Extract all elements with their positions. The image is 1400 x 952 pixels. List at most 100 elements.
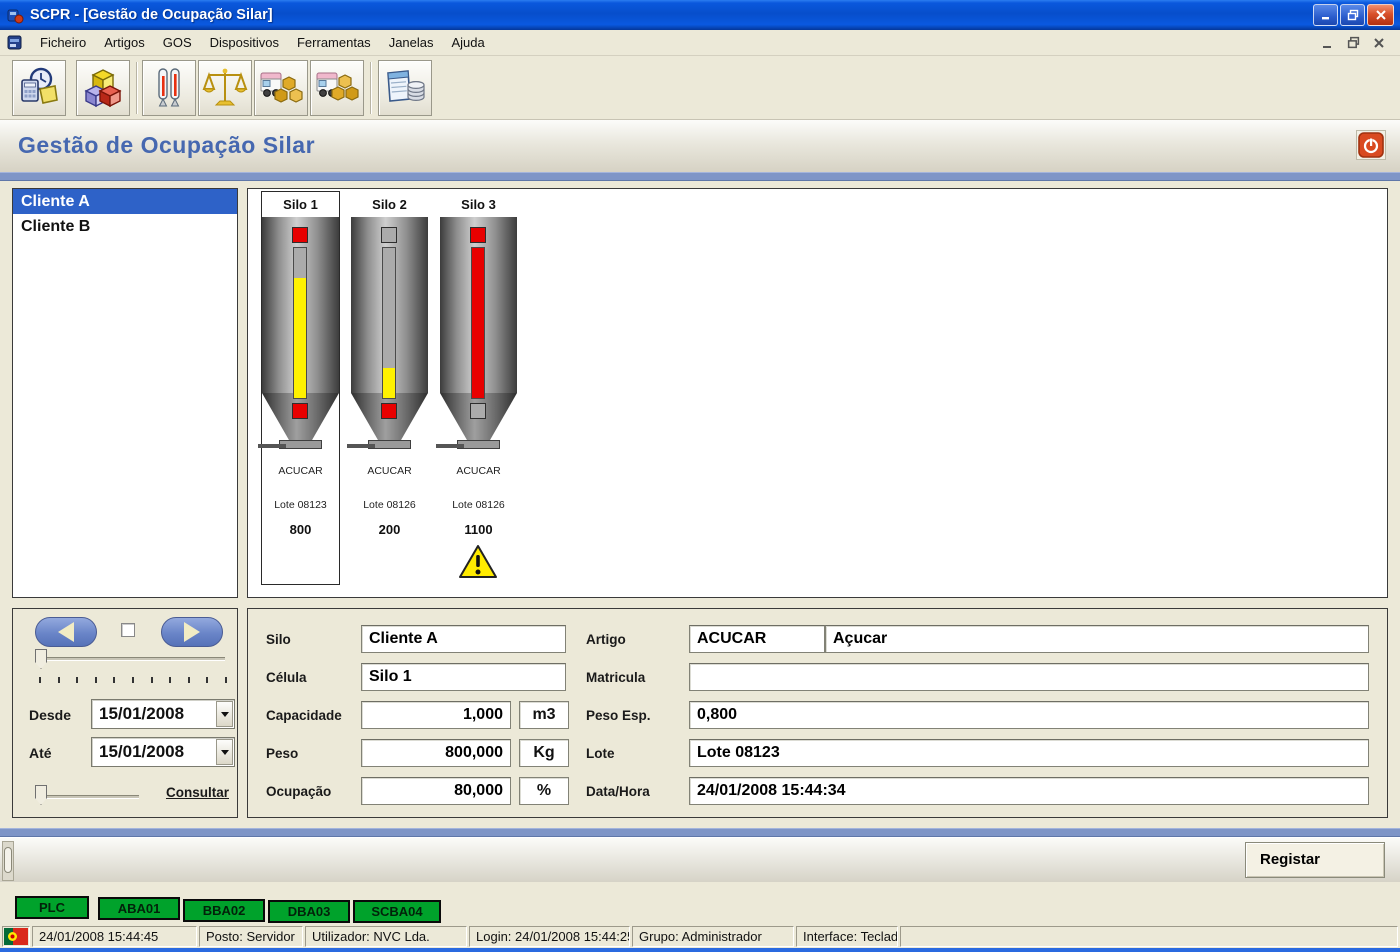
close-button[interactable] xyxy=(1367,4,1394,26)
silo-bottom-indicator xyxy=(470,403,486,419)
status-cell-login: Login: 24/01/2008 15:44:25 xyxy=(469,926,630,947)
window-controls xyxy=(1313,4,1394,26)
ocupacao-field-label: Ocupação xyxy=(266,784,331,799)
status-cell-interface: Interface: Teclado xyxy=(796,926,898,947)
silo-top-indicator xyxy=(292,227,308,243)
peso-esp-field-label: Peso Esp. xyxy=(586,708,651,723)
notepad-database-icon xyxy=(382,65,428,111)
zoom-slider-thumb[interactable] xyxy=(35,785,47,805)
position-slider-track[interactable] xyxy=(35,657,225,661)
celula-field-label: Célula xyxy=(266,670,307,685)
mdi-restore-button[interactable] xyxy=(1344,35,1362,51)
toolbar-button-weighing[interactable] xyxy=(198,60,252,116)
silo-name: Silo 3 xyxy=(434,197,523,212)
window-title: SCPR - [Gestão de Ocupação Silar] xyxy=(30,7,273,23)
client-list-item-1[interactable]: Cliente A xyxy=(13,189,237,214)
menu-item-ajuda[interactable]: Ajuda xyxy=(443,32,494,53)
registar-button[interactable]: Registar xyxy=(1245,842,1385,878)
silo-column-2[interactable]: Silo 2ACUCARLote 08126200 xyxy=(345,191,434,589)
toolbar-button-reception[interactable] xyxy=(254,60,308,116)
desde-date-value: 15/01/2008 xyxy=(92,704,215,724)
celula-field[interactable] xyxy=(361,663,566,691)
device-badge-plc[interactable]: PLC xyxy=(15,896,89,919)
device-badge-bba02[interactable]: BBA02 xyxy=(183,899,265,922)
window-bottom-edge xyxy=(0,948,1400,952)
arrow-left-icon xyxy=(58,622,74,642)
data-hora-field[interactable] xyxy=(689,777,1369,805)
close-icon xyxy=(1373,37,1385,49)
artigo-code-field[interactable] xyxy=(689,625,825,653)
desde-date-dropdown[interactable]: 15/01/2008 xyxy=(91,699,235,729)
title-bar: SCPR - [Gestão de Ocupação Silar] xyxy=(0,0,1400,30)
toolbar-button-schedule[interactable] xyxy=(12,60,66,116)
silo-name: Silo 1 xyxy=(256,197,345,212)
peso-field-label: Peso xyxy=(266,746,298,761)
silo-column-1[interactable]: Silo 1ACUCARLote 08123800 xyxy=(256,191,345,589)
silo-pipe-shape xyxy=(436,444,464,448)
silo-column-3[interactable]: Silo 3ACUCARLote 081261100 xyxy=(434,191,523,589)
scrollbar-thumb[interactable] xyxy=(4,847,12,873)
device-badge-aba01[interactable]: ABA01 xyxy=(98,897,180,920)
menu-item-gos[interactable]: GOS xyxy=(154,32,201,53)
silo-weight-value: 800 xyxy=(256,522,345,537)
silo-article-label: ACUCAR xyxy=(256,465,345,477)
matricula-field[interactable] xyxy=(689,663,1369,691)
peso-unit: Kg xyxy=(519,739,569,767)
silo-lote-label: Lote 08126 xyxy=(434,499,523,511)
toolbar-button-records[interactable] xyxy=(378,60,432,116)
toolbar-button-expedition[interactable] xyxy=(310,60,364,116)
nav-checkbox[interactable] xyxy=(121,623,135,637)
portugal-flag-icon xyxy=(4,928,28,945)
truck-goods-alt-icon xyxy=(314,65,360,111)
navigation-panel: Desde 15/01/2008 Até 15/01/2008 Consulta… xyxy=(12,608,238,818)
menu-item-artigos[interactable]: Artigos xyxy=(95,32,153,53)
toolbar-button-temperature[interactable] xyxy=(142,60,196,116)
peso-esp-field[interactable] xyxy=(689,701,1369,729)
mdi-window-controls xyxy=(1318,35,1388,51)
menu-item-ferramentas[interactable]: Ferramentas xyxy=(288,32,380,53)
device-badge-scba04[interactable]: SCBA04 xyxy=(353,900,441,923)
position-slider-thumb[interactable] xyxy=(35,649,47,669)
client-list-item-2[interactable]: Cliente B xyxy=(13,214,237,239)
dropdown-arrow-icon[interactable] xyxy=(216,739,233,765)
capacidade-field-label: Capacidade xyxy=(266,708,342,723)
ocupacao-field[interactable] xyxy=(361,777,511,805)
toolbar-button-articles[interactable] xyxy=(76,60,130,116)
toolbar xyxy=(0,56,1400,120)
status-bar: 24/01/2008 15:44:45Posto: ServidorUtiliz… xyxy=(0,925,1400,948)
restore-button[interactable] xyxy=(1340,4,1365,26)
mdi-minimize-button[interactable] xyxy=(1318,35,1336,51)
tick-mark xyxy=(113,677,115,683)
capacidade-field[interactable] xyxy=(361,701,511,729)
minimize-icon xyxy=(1320,9,1332,21)
status-cell-empty xyxy=(900,926,1398,947)
artigo-desc-field[interactable] xyxy=(825,625,1369,653)
tick-mark xyxy=(151,677,153,683)
silo-level-fill xyxy=(472,248,484,398)
dropdown-arrow-icon[interactable] xyxy=(216,701,233,727)
ocupacao-unit: % xyxy=(519,777,569,805)
power-button[interactable] xyxy=(1356,130,1386,160)
menu-item-dispositivos[interactable]: Dispositivos xyxy=(201,32,288,53)
truck-goods-icon xyxy=(258,65,304,111)
lote-field[interactable] xyxy=(689,739,1369,767)
mdi-close-button[interactable] xyxy=(1370,35,1388,51)
minimize-button[interactable] xyxy=(1313,4,1338,26)
menu-item-ficheiro[interactable]: Ficheiro xyxy=(31,32,95,53)
menu-item-janelas[interactable]: Janelas xyxy=(380,32,443,53)
peso-field[interactable] xyxy=(361,739,511,767)
desde-label: Desde xyxy=(29,707,71,723)
consultar-link[interactable]: Consultar xyxy=(166,785,229,800)
ate-date-dropdown[interactable]: 15/01/2008 xyxy=(91,737,235,767)
close-icon xyxy=(1375,9,1387,21)
silo-field[interactable] xyxy=(361,625,566,653)
next-button[interactable] xyxy=(161,617,223,647)
silo-level-fill xyxy=(383,368,395,398)
device-badge-dba03[interactable]: DBA03 xyxy=(268,900,350,923)
bottom-strip: Registar xyxy=(0,837,1400,882)
zoom-slider-track[interactable] xyxy=(35,795,139,799)
vertical-scrollbar[interactable] xyxy=(2,841,14,881)
previous-button[interactable] xyxy=(35,617,97,647)
toolbar-separator xyxy=(370,62,372,114)
client-list-panel: Cliente ACliente B xyxy=(12,188,238,598)
